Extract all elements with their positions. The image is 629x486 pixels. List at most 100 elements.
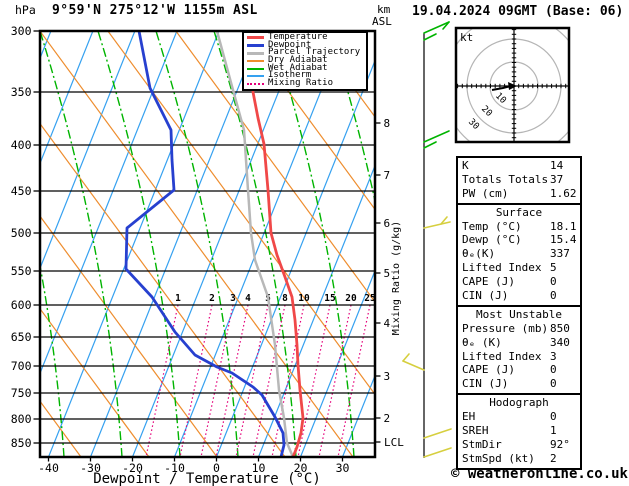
legend-item: Mixing Ratio [247, 78, 366, 89]
index-row: Lifted Index 3 [462, 350, 580, 364]
index-value: 2 [550, 451, 557, 465]
svg-text:300: 300 [11, 24, 32, 38]
index-row: CIN (J) 0 [462, 377, 580, 391]
legend-item-label: Mixing Ratio [268, 78, 334, 89]
index-value: 1.62 [550, 186, 577, 200]
index-value: 0 [550, 289, 557, 303]
index-row: StmSpd (kt) 2 [462, 452, 580, 466]
index-value: 92° [550, 437, 570, 451]
legend-line-sample [247, 44, 264, 48]
wind-barb [423, 141, 437, 149]
svg-text:20: 20 [345, 293, 357, 304]
index-label: EH [462, 410, 476, 424]
svg-text:8: 8 [384, 117, 391, 130]
index-value: 1 [550, 424, 557, 438]
wind-barb-column [402, 21, 452, 458]
chart-legend: Temperature Dewpoint Parcel Trajectory Dry … [242, 31, 368, 91]
indices-box: Surface Temp (°C) 18.1 Dewp (°C) 15.4 θₑ(K) 33… [456, 202, 582, 307]
indices-box: Most Unstable Pressure (mb) 850 θₑ (K) 340 Li… [456, 304, 582, 396]
datetime-label: 19.04.2024 09GMT (Base: 06) [412, 4, 624, 19]
index-label: Temp (°C) [462, 219, 522, 233]
indices-box: K 14 Totals Totals 37 PW (cm) 1.62 [456, 156, 582, 205]
index-row: θₑ (K) 340 [462, 336, 580, 350]
index-label: K [462, 159, 469, 172]
index-label: CIN (J) [462, 289, 509, 303]
index-label: Pressure (mb) [462, 321, 549, 335]
index-label: Lifted Index [462, 349, 542, 363]
hodograph-unit-label: kt [460, 31, 474, 44]
index-row: PW (cm) 1.62 [462, 187, 580, 201]
svg-text:1: 1 [175, 293, 181, 304]
index-value: 37 [550, 172, 564, 186]
legend-line-sample [247, 51, 264, 55]
svg-text:850: 850 [11, 436, 32, 450]
svg-text:800: 800 [11, 412, 32, 426]
index-value: 337 [550, 247, 570, 261]
index-label: Totals Totals [462, 172, 549, 186]
index-value: 0 [550, 410, 557, 424]
index-value: 14 [550, 159, 564, 172]
mixing-ratio-axis-title: Mixing Ratio (g/kg) [391, 221, 402, 335]
svg-text:7: 7 [384, 169, 391, 182]
legend-line-sample [247, 36, 264, 40]
wind-barb [423, 221, 451, 229]
svg-text:750: 750 [11, 386, 32, 400]
svg-text:700: 700 [11, 359, 32, 373]
wind-barb [423, 33, 437, 41]
svg-text:2: 2 [384, 412, 391, 425]
legend-line-sample [247, 59, 264, 62]
pressure-axis: 300 350 400 450 500 550 600 650 700 750 800 850 [11, 24, 40, 450]
index-label: θₑ (K) [462, 335, 502, 349]
indices-panel: K 14 Totals Totals 37 PW (cm) 1.62 Surface Temp… [456, 156, 582, 470]
index-value: 3 [550, 349, 557, 363]
index-value: 850 [550, 321, 570, 335]
index-label: CAPE (J) [462, 363, 515, 377]
svg-text:550: 550 [11, 264, 32, 278]
index-value: 15.4 [550, 233, 577, 247]
index-value: 340 [550, 335, 570, 349]
index-value: 0 [550, 275, 557, 289]
asl-unit-label: ASL [372, 15, 392, 28]
svg-text:-40: -40 [38, 461, 59, 475]
svg-text:5: 5 [384, 267, 391, 280]
wind-barb [402, 353, 410, 362]
pressure-unit-label: hPa [15, 3, 36, 17]
svg-text:3: 3 [230, 293, 236, 304]
svg-text:400: 400 [11, 138, 32, 152]
index-row: θₑ(K) 337 [462, 247, 580, 261]
svg-text:500: 500 [11, 226, 32, 240]
index-row: K 14 [462, 159, 580, 173]
index-row: CAPE (J) 0 [462, 363, 580, 377]
index-row: Dewp (°C) 15.4 [462, 233, 580, 247]
index-label: CAPE (J) [462, 275, 515, 289]
index-row: SREH 1 [462, 424, 580, 438]
index-row: Temp (°C) 18.1 [462, 220, 580, 234]
temperature-axis: -40 -30 -20 -10 0 10 20 30Dewpoint / Temperatur… [38, 457, 349, 486]
wind-barb [423, 447, 452, 458]
indices-box-header: Most Unstable [475, 307, 563, 321]
index-row: EH 0 [462, 410, 580, 424]
svg-text:4: 4 [245, 293, 251, 304]
index-label: SREH [462, 424, 489, 438]
svg-text:6: 6 [384, 217, 391, 230]
index-value: 5 [550, 261, 557, 275]
mixing-ratio-labels: 1 2 3 4 5 8 10 15 20 25 [175, 293, 375, 304]
index-label: PW (cm) [462, 186, 509, 200]
index-label: θₑ(K) [462, 247, 496, 261]
x-axis-title: Dewpoint / Temperature (°C) [93, 471, 321, 486]
wind-barb [423, 130, 450, 143]
svg-text:350: 350 [11, 85, 32, 99]
index-row: StmDir 92° [462, 438, 580, 452]
index-value: 18.1 [550, 219, 577, 233]
index-value: 0 [550, 363, 557, 377]
index-row: Totals Totals 37 [462, 173, 580, 187]
index-value: 0 [550, 377, 557, 391]
wind-barb [402, 360, 425, 371]
svg-text:30: 30 [336, 461, 350, 475]
page-title: 9°59'N 275°12'W 1155m ASL [52, 3, 258, 18]
index-label: StmSpd (kt) [462, 451, 535, 465]
svg-text:450: 450 [11, 184, 32, 198]
index-row: Pressure (mb) 850 [462, 322, 580, 336]
indices-box-header: Surface [495, 205, 543, 219]
wind-barb [423, 428, 452, 439]
